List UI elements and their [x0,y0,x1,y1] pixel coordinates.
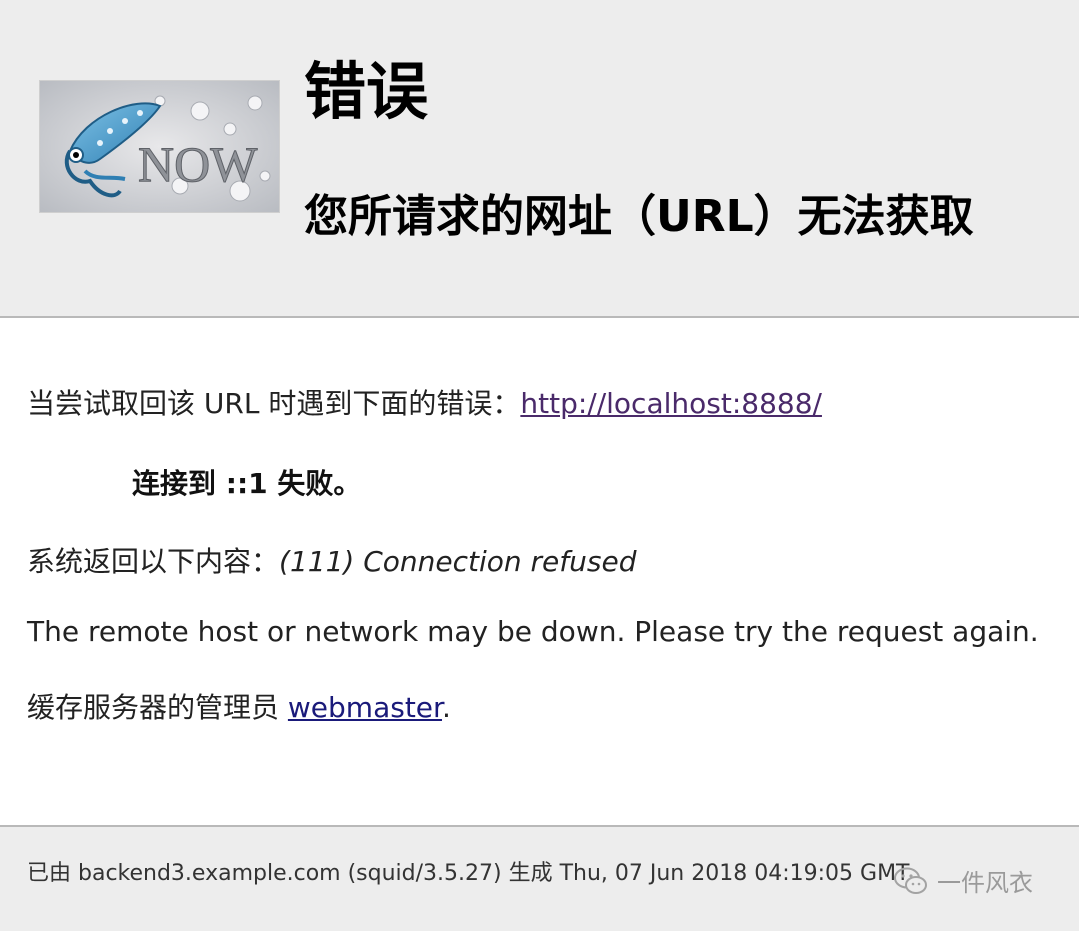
squid-now-logo: NOW [39,80,280,213]
admin-line: 缓存服务器的管理员 webmaster. [27,688,451,728]
generated-by-text: 已由 backend3.example.com (squid/3.5.27) 生… [27,861,910,886]
request-url-line: 当尝试取回该 URL 时遇到下面的错误：http://localhost:888… [27,384,822,424]
logo-now-text: NOW [138,136,258,192]
admin-suffix: . [441,691,451,724]
page-footer: 已由 backend3.example.com (squid/3.5.27) 生… [0,825,1079,931]
requested-url-link[interactable]: http://localhost:8888/ [520,387,822,420]
page-header: NOW 错误 您所请求的网址（URL）无法获取 [0,0,1079,318]
page-title: 错误 [304,55,429,128]
wechat-icon [894,867,927,894]
system-message: (111) Connection refused [279,545,637,578]
webmaster-link[interactable]: webmaster [288,691,442,724]
request-url-prefix: 当尝试取回该 URL 时遇到下面的错误： [27,387,521,420]
squid-logo-image: NOW [40,81,279,212]
system-message-line: 系统返回以下内容：(111) Connection refused [27,542,636,582]
remote-host-note: The remote host or network may be down. … [27,615,1039,648]
error-detail: 连接到 ::1 失败。 [132,467,362,500]
admin-prefix: 缓存服务器的管理员 [27,691,288,724]
page-subtitle: 您所请求的网址（URL）无法获取 [304,191,974,242]
watermark: 一件风衣 [893,863,1033,898]
error-content: 当尝试取回该 URL 时遇到下面的错误：http://localhost:888… [0,318,1079,825]
system-message-prefix: 系统返回以下内容： [27,545,280,578]
watermark-text: 一件风衣 [937,869,1033,897]
